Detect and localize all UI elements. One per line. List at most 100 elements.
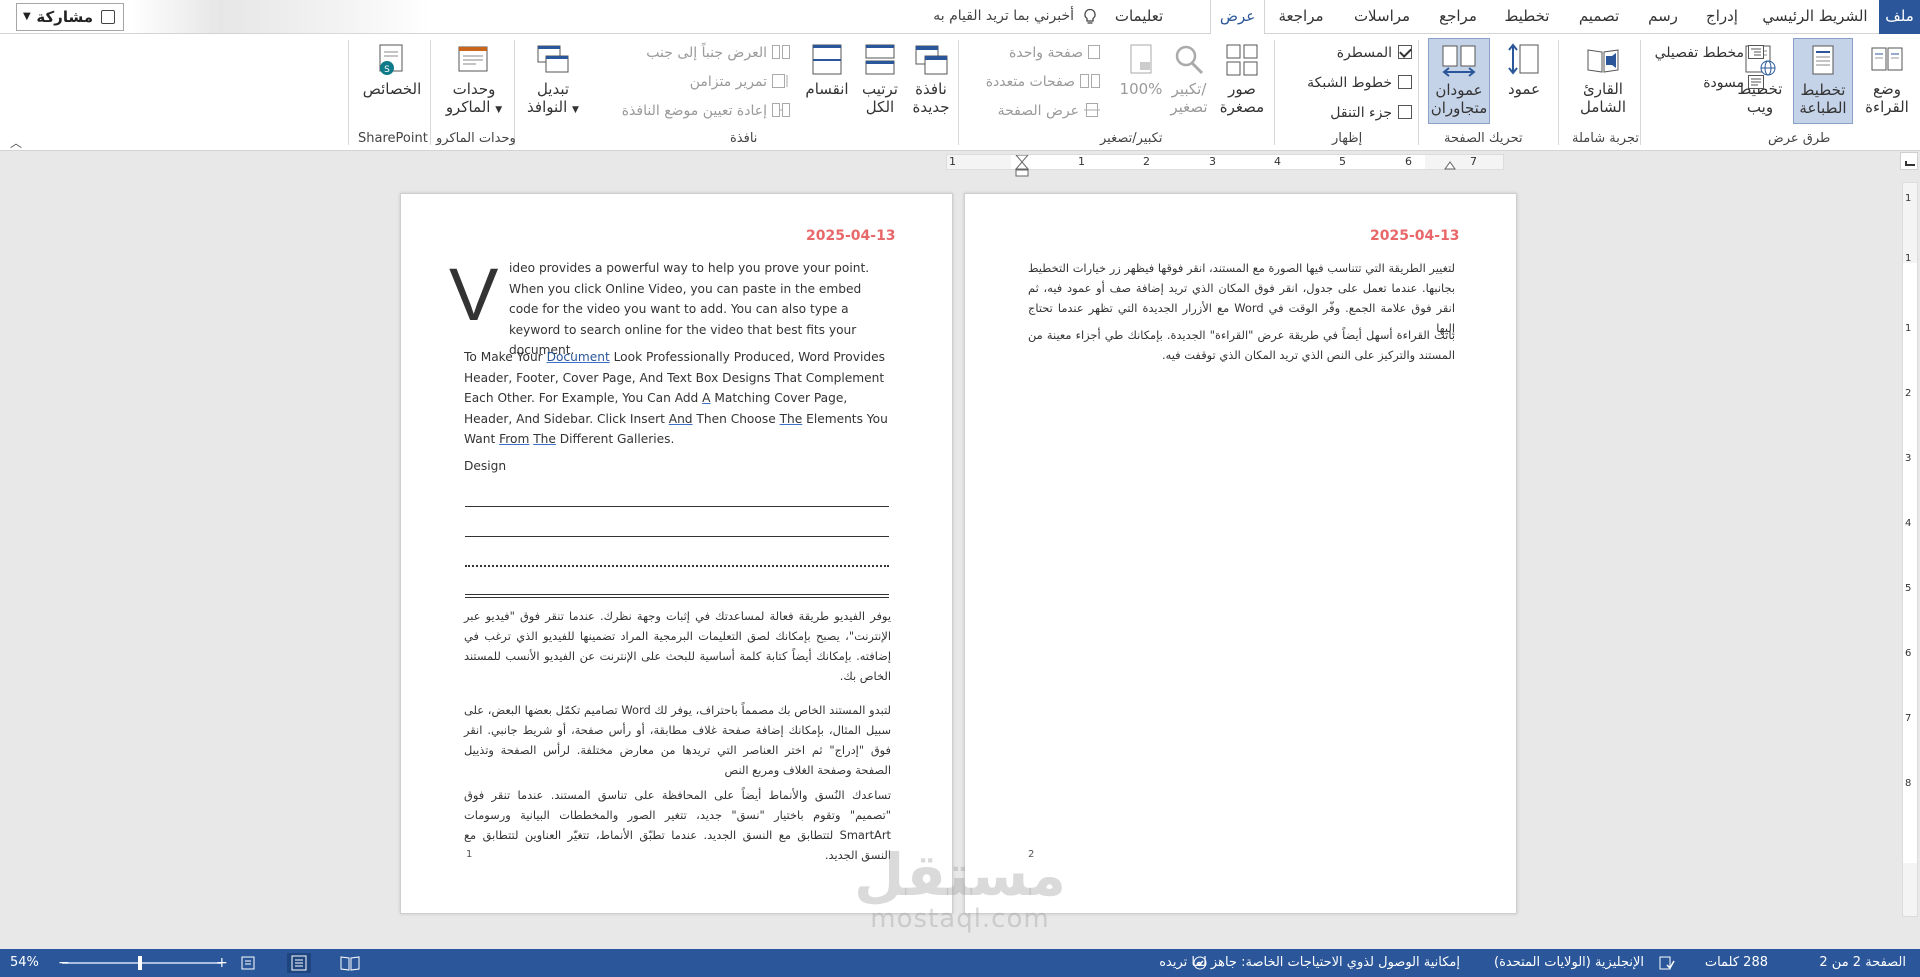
one-page-button[interactable]: صفحة واحدة [960,44,1100,62]
horizontal-rule-solid [465,506,889,507]
vertical-pages-icon [1508,43,1539,75]
zoom-100-button[interactable]: 100% [1118,38,1164,124]
page-number: 1 [466,849,473,860]
switch-windows-label-2: النوافذ ▼ [527,98,579,116]
web-layout-label-2: ويب [1746,98,1774,116]
new-window-button[interactable]: نافذة جديدة [904,38,958,124]
indent-marker-icon[interactable] [1015,155,1029,179]
tab-help[interactable]: تعليمات [1109,0,1169,34]
tab-home[interactable]: الشريط الرئيسي [1756,0,1874,34]
tab-file[interactable]: ملف [1879,0,1920,34]
outline-label: مخطط تفصيلي [1654,45,1744,61]
read-mode-view-icon[interactable] [338,953,362,973]
macros-icon [458,46,488,72]
print-layout-icon [1812,45,1834,75]
tab-insert[interactable]: إدراج [1694,0,1750,34]
share-button[interactable]: ▼ مشاركة [16,3,124,31]
zoom-out-icon[interactable]: − [58,949,70,977]
nav-pane-check[interactable] [1398,105,1412,119]
switch-windows-button[interactable]: تبديل النوافذ ▼ [522,38,584,124]
tab-selector-icon[interactable] [1900,152,1918,170]
vertical-ruler-mark: 7 [1905,713,1912,724]
language-status[interactable]: الإنجليزية (الولايات المتحدة) [1494,949,1644,977]
ruler-mark: 2 [1143,155,1150,168]
vertical-label: عمود [1507,80,1541,98]
read-mode-icon [1871,47,1903,71]
zoom-in-icon[interactable]: + [216,949,228,977]
reset-window-position-button[interactable]: إعادة تعيين موضع النافذة [590,102,790,120]
vertical-ruler-mark: 1 [1905,193,1912,204]
page-count-status[interactable]: الصفحة 2 من 2 [1819,949,1906,977]
group-label-zoom: تكبير/تصغير [1100,131,1163,146]
vertical-ruler-mark: 8 [1905,778,1912,789]
magnifier-icon [1175,45,1204,75]
multiple-pages-button[interactable]: صفحات متعددة [960,73,1100,91]
tab-draw[interactable]: رسم [1638,0,1688,34]
split-button[interactable]: انقسام [800,38,854,124]
page-width-button[interactable]: عرض الصفحة [960,102,1100,120]
lightbulb-icon[interactable] [1081,8,1099,26]
ruler-checkbox[interactable]: المسطرة [1290,44,1412,62]
page-width-icon [1084,103,1100,117]
print-layout-button[interactable]: تخطيط الطباعة [1793,38,1853,124]
sync-scroll-button[interactable]: تمرير متزامن [590,73,790,91]
group-separator [1274,40,1275,145]
collapse-ribbon-icon[interactable]: ︿ [10,134,22,151]
thumbnails-icon [1226,44,1258,76]
immersive-reader-button[interactable]: القارئ الشامل [1570,38,1636,124]
accessibility-icon[interactable] [1192,956,1208,970]
zoom-button[interactable]: تكبير/ تصغير [1166,38,1212,124]
read-mode-button[interactable]: وضع القراءة [1857,38,1917,124]
group-separator [1558,40,1559,145]
tab-review[interactable]: مراجعة [1270,0,1332,34]
right-indent-marker-icon[interactable] [1444,160,1456,170]
vertical-ruler[interactable]: 1 1 1 2 3 4 5 6 7 8 [1902,182,1918,917]
gridlines-checkbox[interactable]: خطوط الشبكة [1290,74,1412,92]
zoom-slider-thumb[interactable] [138,956,142,970]
arrange-all-icon [865,44,895,75]
horizontal-ruler[interactable]: 1 1 2 3 4 5 6 7 [946,154,1504,177]
tab-references[interactable]: مراجع [1428,0,1488,34]
outline-icon [1748,45,1764,59]
tell-me-box[interactable]: أخبرني بما تريد القيام به [912,0,1074,34]
tab-view[interactable]: عرض [1210,0,1265,35]
group-separator [1640,40,1641,145]
nav-pane-checkbox[interactable]: جزء التنقل [1290,104,1412,122]
gridlines-check[interactable] [1398,75,1412,89]
chevron-down-icon[interactable]: ▼ [23,4,31,30]
zoom-100-label: 100% [1119,80,1163,98]
sync-scroll-icon [772,74,788,88]
vertical-ruler-mark: 1 [1905,253,1912,264]
tab-design[interactable]: تصميم [1564,0,1634,34]
thumbnails-button[interactable]: صور مصغرة [1214,38,1270,124]
tab-layout[interactable]: تخطيط [1496,0,1558,34]
document-page-2[interactable]: 2025-04-13 لتغيير الطريقة التي تتناسب في… [964,193,1517,914]
tab-mailings[interactable]: مراسلات [1346,0,1418,34]
ruler-check[interactable] [1398,45,1412,59]
side-by-side-button[interactable]: عمودان متجاوران [1428,38,1490,124]
new-window-label-2: جديدة [912,98,950,116]
link-document[interactable]: Document [547,350,610,364]
arrange-all-button[interactable]: ترتيب الكل [856,38,904,124]
watermark: مستقل mostaql.com [840,845,1080,933]
properties-button[interactable]: S الخصائص [356,38,428,124]
macros-button[interactable]: وحدات الماكرو ▼ [440,38,508,124]
zoom-slider[interactable] [62,956,222,970]
proofing-icon[interactable] [1659,956,1675,970]
focus-mode-icon[interactable] [236,953,260,973]
document-page-1[interactable]: 2025-04-13 V ideo provides a powerful wa… [400,193,953,914]
zoom-level[interactable]: 54% [10,949,39,977]
vertical-ruler-mark: 3 [1905,453,1912,464]
word-count-status[interactable]: 288 كلمات [1705,949,1768,977]
macros-label-2: الماكرو ▼ [445,98,503,116]
ruler-mark: 6 [1405,155,1412,168]
view-side-by-side-button[interactable]: العرض جنباً إلى جنب [590,44,790,62]
vertical-button[interactable]: عمود [1494,38,1554,124]
outline-button[interactable]: مخطط تفصيلي [1640,44,1764,62]
intro-paragraph: ideo provides a powerful way to help you… [509,261,870,357]
zoom-label-1: تكبير/ [1171,80,1207,98]
arabic-paragraph-1: يوفر الفيديو طريقة فعالة لمساعدتك في إثب… [464,609,891,683]
immersive-reader-icon [1587,49,1619,73]
draft-button[interactable]: مسودة [1640,74,1764,92]
print-layout-view-icon[interactable] [287,953,311,973]
